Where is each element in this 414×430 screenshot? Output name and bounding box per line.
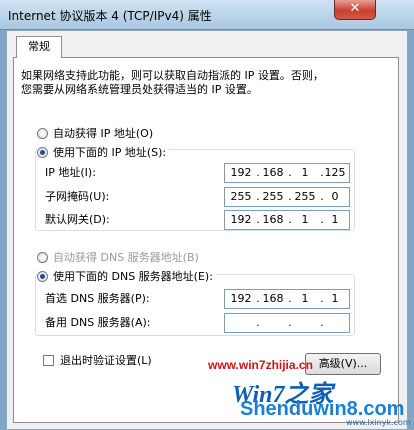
radio-manual-dns[interactable]: 使用下面的 DNS 服务器地址(E): — [37, 268, 216, 284]
radio-manual-dns-label: 使用下面的 DNS 服务器地址(E): — [53, 270, 213, 283]
description-text: 如果网络支持此功能，则可以获取自动指派的 IP 设置。否则， 您需要从网络系统管… — [21, 69, 381, 97]
radio-auto-dns-button[interactable] — [37, 251, 48, 263]
radio-manual-ip[interactable]: 使用下面的 IP 地址(S): — [37, 144, 170, 160]
ip-octet: 1 — [331, 292, 339, 305]
ip-octet: 1 — [301, 166, 309, 179]
radio-auto-ip-button[interactable] — [37, 127, 48, 139]
preferred-dns-label: 首选 DNS 服务器(P): — [45, 292, 150, 305]
ip-octet: 0 — [331, 190, 339, 203]
watermark-site: www.lxinyk.com — [346, 418, 411, 427]
radio-manual-ip-label: 使用下面的 IP 地址(S): — [53, 146, 167, 159]
ip-octet — [227, 316, 255, 330]
default-gateway-label: 默认网关(D): — [45, 213, 110, 226]
alternate-dns-input[interactable]: . . . — [224, 313, 350, 333]
advanced-button[interactable]: 高级(V)... — [305, 353, 381, 375]
ip-octet: 255 — [262, 190, 284, 203]
description-line-2: 您需要从网络系统管理员处获得适当的 IP 设置。 — [21, 83, 258, 96]
window-title: Internet 协议版本 4 (TCP/IPv4) 属性 — [8, 9, 212, 23]
subnet-mask-input[interactable]: 255 . 255 . 255 . 0 — [224, 187, 350, 207]
ip-octet: 1 — [301, 292, 309, 305]
validate-settings-checkbox[interactable] — [43, 354, 54, 366]
alternate-dns-label: 备用 DNS 服务器(A): — [45, 316, 151, 329]
close-icon: ✕ — [349, 1, 361, 16]
ip-octet: 1 — [301, 213, 309, 226]
ip-address-label: IP 地址(I): — [45, 166, 96, 179]
properties-dialog: 常规 如果网络支持此功能，则可以获取自动指派的 IP 设置。否则， 您需要从网络… — [6, 30, 408, 430]
watermark-url: www.win7zhijia.cn — [208, 358, 313, 372]
ip-octet: 1 — [331, 213, 339, 226]
radio-auto-dns-label: 自动获得 DNS 服务器地址(B) — [53, 251, 199, 264]
ip-octet — [321, 316, 349, 330]
radio-auto-ip-label: 自动获得 IP 地址(O) — [53, 127, 154, 140]
ip-octet: 192 — [230, 292, 252, 305]
ip-address-input[interactable]: 192 . 168 . 1 . 125 — [224, 163, 350, 183]
radio-manual-ip-button[interactable] — [37, 146, 48, 158]
ip-octet: 125 — [324, 166, 346, 179]
ip-octet — [259, 316, 287, 330]
ip-octet: 255 — [294, 190, 316, 203]
subnet-mask-label: 子网掩码(U): — [45, 190, 110, 203]
radio-auto-dns[interactable]: 自动获得 DNS 服务器地址(B) — [37, 249, 199, 265]
default-gateway-input[interactable]: 192 . 168 . 1 . 1 — [224, 210, 350, 230]
ip-octet: 168 — [262, 166, 284, 179]
description-line-1: 如果网络支持此功能，则可以获取自动指派的 IP 设置。否则， — [21, 69, 324, 82]
tab-general[interactable]: 常规 — [16, 36, 62, 58]
ip-octet — [291, 316, 319, 330]
title-bar[interactable]: Internet 协议版本 4 (TCP/IPv4) 属性 ✕ — [0, 0, 414, 30]
close-button[interactable]: ✕ — [334, 0, 376, 20]
validate-settings-checkbox-row[interactable]: 退出时验证设置(L) — [43, 352, 152, 368]
radio-manual-dns-button[interactable] — [37, 270, 48, 282]
ip-octet: 255 — [230, 190, 252, 203]
ip-octet: 192 — [230, 166, 252, 179]
validate-settings-label: 退出时验证设置(L) — [60, 354, 152, 367]
preferred-dns-input[interactable]: 192 . 168 . 1 . 1 — [224, 289, 350, 309]
radio-auto-ip[interactable]: 自动获得 IP 地址(O) — [37, 125, 153, 141]
ip-octet: 168 — [262, 213, 284, 226]
ip-octet: 168 — [262, 292, 284, 305]
ip-octet: 192 — [230, 213, 252, 226]
